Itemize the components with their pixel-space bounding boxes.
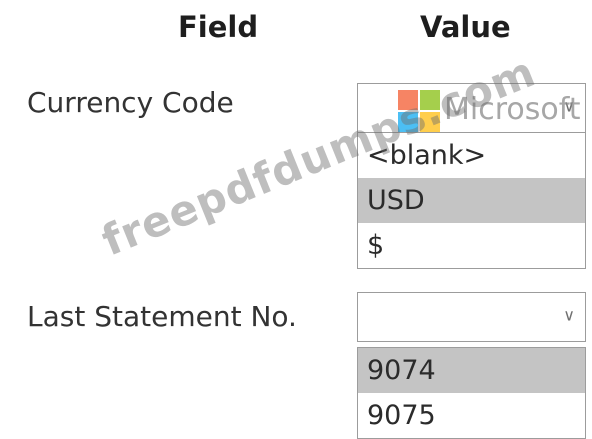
last-statement-no-label: Last Statement No. <box>27 300 297 333</box>
value-column-header: Value <box>420 10 511 44</box>
currency-code-dropdown-list: <blank> USD $ <box>357 133 586 269</box>
chevron-down-icon[interactable]: ∨ <box>563 306 575 325</box>
currency-code-label: Currency Code <box>27 86 234 119</box>
currency-code-option-dollar[interactable]: $ <box>358 223 585 268</box>
last-statement-no-select[interactable]: ∨ <box>357 292 586 342</box>
last-statement-no-option-9075[interactable]: 9075 <box>358 393 585 438</box>
field-column-header: Field <box>178 10 259 44</box>
last-statement-no-dropdown-list: 9074 9075 <box>357 347 586 439</box>
currency-code-option-usd[interactable]: USD <box>358 178 585 223</box>
last-statement-no-option-9074[interactable]: 9074 <box>358 348 585 393</box>
